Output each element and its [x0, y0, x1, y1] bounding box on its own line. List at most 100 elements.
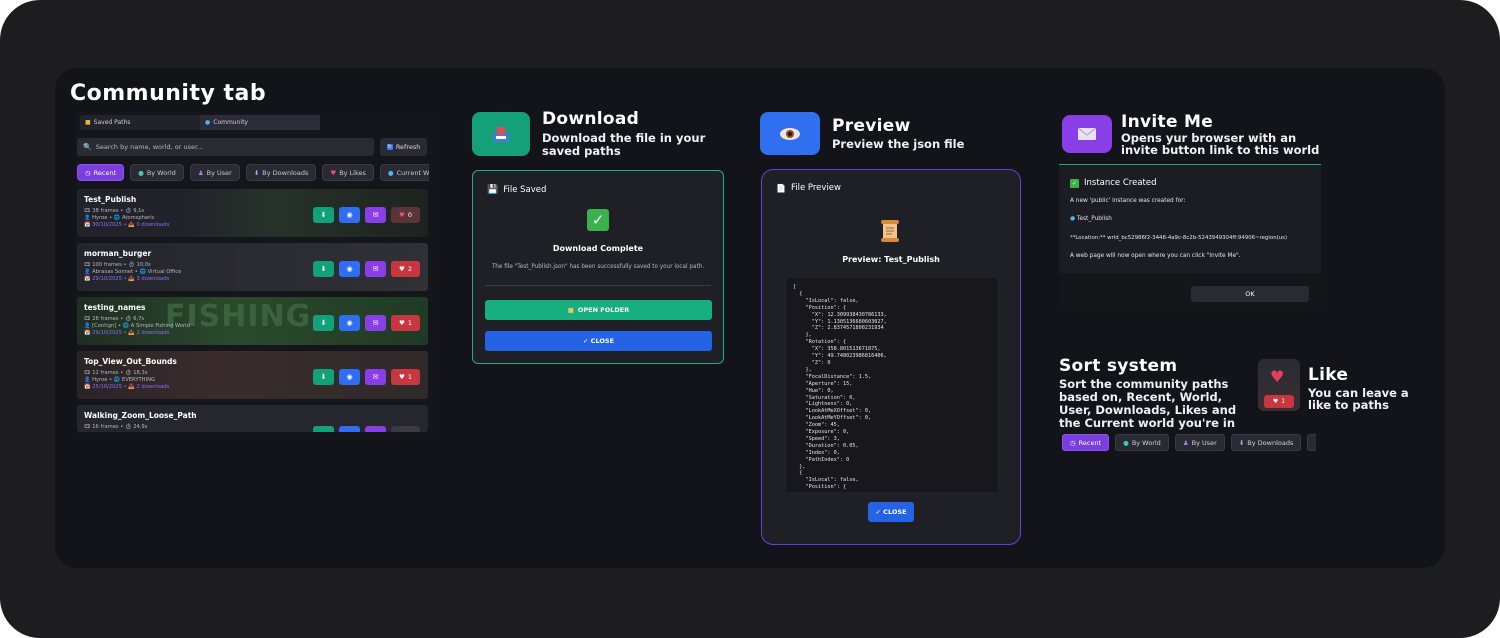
card-duration: 10,0s: [136, 262, 151, 268]
filter-label: By Likes: [339, 168, 366, 177]
card-title: Test_Publish: [84, 195, 137, 204]
invite-button[interactable]: ✉: [365, 261, 386, 277]
like-count: 2: [407, 265, 412, 273]
card-world: A Simple Fishing World: [130, 323, 190, 329]
dialog-title: File Preview: [790, 183, 841, 193]
preview-button[interactable]: [339, 426, 360, 432]
user-icon: ♟: [1182, 438, 1189, 447]
filter-by-likes[interactable]: ♥ By Likes: [322, 164, 374, 181]
card-duration: 24,9s: [133, 424, 148, 430]
card-duration: 9,1s: [133, 208, 145, 214]
dialog-heading: Preview: Test_Publish: [842, 255, 940, 264]
invite-button[interactable]: ✉: [365, 207, 386, 223]
heart-icon: ♥: [1270, 367, 1285, 386]
invite-button[interactable]: ✉: [365, 315, 386, 331]
download-button[interactable]: ⬇: [313, 207, 334, 223]
globe-icon: ●: [1123, 438, 1129, 447]
eye-icon: ◉: [346, 373, 353, 381]
card-duration: 18,3s: [133, 370, 148, 376]
close-button[interactable]: ✓ CLOSE: [868, 502, 914, 522]
folder-icon: ■: [567, 306, 574, 314]
preview-button[interactable]: ◉: [339, 315, 360, 331]
preview-button[interactable]: ◉: [339, 207, 360, 223]
card-frames: 12 frames: [92, 370, 119, 376]
floppy-icon: 💾: [487, 185, 499, 195]
sort-label: Recent: [1078, 438, 1102, 447]
filter-label: By Downloads: [262, 168, 309, 177]
world-name: Test_Publish: [1076, 216, 1112, 222]
preview-feature-icon: [760, 112, 820, 155]
json-preview: [ { "IsLocal": false, "Position": { "X":…: [787, 278, 997, 492]
filter-label: Current World: [396, 168, 429, 177]
open-folder-button[interactable]: ■ OPEN FOLDER: [485, 300, 712, 320]
ok-button[interactable]: OK: [1191, 286, 1309, 302]
filter-recent[interactable]: ◷ Recent: [77, 164, 125, 181]
document-icon: 📄: [776, 183, 786, 193]
path-card[interactable]: FISHING testing_names 🎞 28 frames • ⏱ 6,…: [77, 297, 428, 345]
heart-icon: ♥: [330, 168, 337, 177]
preview-button[interactable]: ◉: [339, 261, 360, 277]
sort-recent[interactable]: ◷ Recent: [1062, 434, 1110, 451]
heart-icon: ♥: [399, 373, 405, 381]
path-card[interactable]: Test_Publish 🎞 38 frames • ⏱ 9,1s 👤 Hyro…: [77, 189, 428, 237]
refresh-button[interactable]: ↻ Refresh: [380, 138, 427, 156]
card-duration: 6,7s: [133, 316, 145, 322]
like-button[interactable]: ♥ 0: [391, 207, 420, 223]
file-preview-dialog: 📄 File Preview Preview: Test_Publish [ {…: [761, 169, 1021, 545]
search-icon: 🔍: [83, 143, 92, 151]
card-user: Hyroe: [92, 215, 108, 221]
eye-icon: ◉: [346, 211, 353, 219]
tab-community[interactable]: ● Community: [200, 115, 320, 130]
card-user: Hyroe: [92, 377, 108, 383]
download-button[interactable]: ⬇: [313, 369, 334, 385]
like-desc-2: like to paths: [1308, 398, 1389, 412]
download-button[interactable]: ⬇: [313, 261, 334, 277]
tab-saved-paths[interactable]: ■ Saved Paths: [80, 115, 200, 130]
search-placeholder: Search by name, world, or user...: [95, 143, 204, 151]
close-button[interactable]: ✓ CLOSE: [485, 331, 712, 351]
download-button[interactable]: ⬇: [313, 315, 334, 331]
preview-button[interactable]: ◉: [339, 369, 360, 385]
sort-by-world[interactable]: ● By World: [1115, 434, 1169, 451]
user-icon: ♟: [197, 168, 204, 177]
card-date: 29/10/2025: [92, 276, 123, 282]
path-card[interactable]: morman_burger 🎞 100 frames • ⏱ 10,0s 👤 A…: [77, 243, 428, 291]
heart-icon: ♥: [399, 211, 405, 219]
card-downloads: 0 downloads: [136, 222, 170, 228]
filter-current-world[interactable]: ●Current World: [379, 164, 429, 181]
invite-button[interactable]: [365, 426, 386, 432]
download-icon: ⬇: [320, 211, 327, 219]
card-user: [Contign]: [92, 323, 117, 329]
sort-by-downloads[interactable]: ⬇ By Downloads: [1230, 434, 1302, 451]
filter-by-world[interactable]: ● By World: [130, 164, 184, 181]
dialog-header: 💾 File Saved: [487, 185, 546, 195]
like-button[interactable]: ♥ 1: [1264, 395, 1294, 408]
card-meta: 🎞 100 frames • ⏱ 10,0s: [84, 262, 151, 268]
card-meta: 👤 [Contign] • 🌐 A Simple Fishing World: [84, 323, 190, 329]
envelope-icon: ✉: [372, 211, 379, 219]
sort-by-likes[interactable]: ♥: [1307, 434, 1316, 451]
like-button[interactable]: ♥ 2: [391, 261, 420, 277]
heart-icon: ♥: [399, 265, 405, 273]
like-count: 1: [407, 319, 412, 327]
sort-by-user[interactable]: ♟ By User: [1174, 434, 1225, 451]
refresh-label: Refresh: [395, 143, 421, 151]
filter-label: By User: [206, 168, 232, 177]
card-meta: 👤 Hyroe • 🌐 EVERYTHING: [84, 377, 155, 383]
card-meta: 🎞 12 frames • ⏱ 18,3s: [84, 370, 148, 376]
like-feature-icon: ♥ ♥ 1: [1258, 359, 1300, 411]
path-card[interactable]: Top_View_Out_Bounds 🎞 12 frames • ⏱ 18,3…: [77, 351, 428, 399]
card-world: Atomspheric: [121, 215, 155, 221]
search-input[interactable]: 🔍 Search by name, world, or user...: [77, 138, 374, 156]
card-date: 30/10/2025: [92, 222, 123, 228]
invite-button[interactable]: ✉: [365, 369, 386, 385]
like-button[interactable]: [391, 426, 420, 432]
like-button[interactable]: ♥ 1: [391, 369, 420, 385]
card-title: morman_burger: [84, 249, 152, 258]
path-card[interactable]: Walking_Zoom_Loose_Path 🎞 16 frames • ⏱ …: [77, 405, 428, 432]
like-button[interactable]: ♥ 1: [391, 315, 420, 331]
card-downloads: 3 downloads: [136, 276, 170, 282]
filter-by-user[interactable]: ♟ By User: [189, 164, 240, 181]
download-button[interactable]: [313, 426, 334, 432]
filter-by-downloads[interactable]: ⬇ By Downloads: [245, 164, 317, 181]
